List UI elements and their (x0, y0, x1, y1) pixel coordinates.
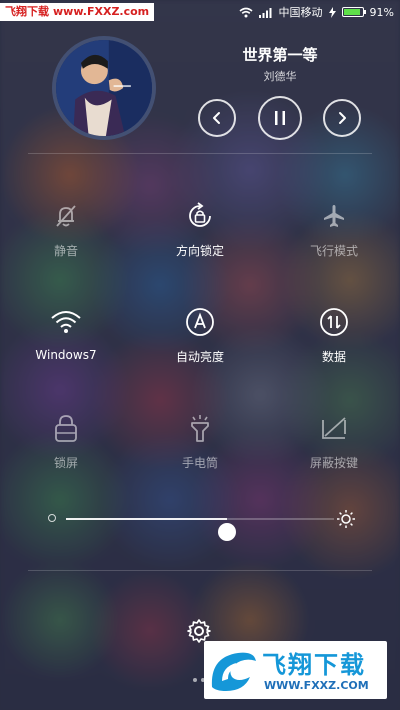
status-bar: 飞翔下载 www.FXXZ.com 中国移动 91% (0, 0, 400, 24)
toggle-mobile-data[interactable]: 数据 (284, 304, 384, 365)
toggle-label: 屏蔽按键 (309, 456, 358, 470)
watermark-bottom-right: 飞翔下载 WWW.FXXZ.COM (204, 641, 387, 699)
battery-level-fill (343, 9, 360, 15)
divider-top (28, 153, 372, 154)
toggle-label: 锁屏 (53, 456, 78, 470)
toggle-flashlight[interactable]: 手电筒 (150, 410, 250, 471)
rotation-lock-icon (182, 198, 218, 234)
watermark-site-url: WWW.FXXZ.COM (264, 679, 369, 692)
wifi-icon (239, 7, 253, 17)
toggle-label: 自动亮度 (175, 350, 224, 364)
watermark-logo (211, 652, 256, 691)
signal-icon (258, 7, 272, 18)
auto-brightness-icon (182, 304, 218, 340)
status-icons: 中国移动 91% (239, 4, 394, 20)
toggle-label: 数据 (321, 350, 346, 364)
airplane-icon (316, 198, 352, 234)
brightness-track[interactable] (66, 518, 334, 541)
brightness-high-icon (337, 510, 355, 528)
album-art[interactable] (52, 36, 156, 140)
brightness-track-fill (66, 518, 227, 520)
previous-button[interactable] (198, 99, 236, 137)
battery-icon (341, 7, 366, 17)
toggle-rotation-lock[interactable]: 方向锁定 (150, 198, 250, 259)
bell-off-icon (48, 198, 84, 234)
next-button[interactable] (323, 99, 361, 137)
page-dot (193, 678, 197, 682)
charging-icon (328, 6, 336, 18)
song-artist: 刘德华 (263, 70, 297, 83)
toggle-block-keys[interactable]: 屏蔽按键 (284, 410, 384, 471)
wifi-icon (48, 304, 84, 340)
toggle-airplane-mode[interactable]: 飞行模式 (284, 198, 384, 259)
watermark-site-url: www.FXXZ.com (53, 5, 150, 18)
battery-percent: 91% (369, 5, 394, 19)
toggle-lock-screen[interactable]: 锁屏 (16, 410, 116, 471)
brightness-slider[interactable] (40, 505, 360, 541)
pause-icon (275, 111, 285, 125)
toggle-mute[interactable]: 静音 (16, 198, 116, 259)
toggle-auto-brightness[interactable]: 自动亮度 (150, 304, 250, 365)
flashlight-icon (182, 410, 218, 446)
block-keys-icon (316, 410, 352, 446)
watermark-top-left: 飞翔下载 www.FXXZ.com (0, 3, 155, 21)
previous-icon (213, 112, 220, 124)
lock-icon (48, 410, 84, 446)
toggle-label: 飞行模式 (309, 244, 358, 258)
brightness-low-icon (48, 514, 56, 522)
toggle-wifi[interactable]: Windows7 (16, 304, 116, 362)
toggle-label: Windows7 (35, 348, 97, 362)
carrier-name: 中国移动 (278, 6, 323, 19)
watermark-site-name: 飞翔下载 (5, 5, 49, 18)
mobile-data-icon (316, 304, 352, 340)
album-cover-image (56, 40, 152, 136)
toggle-label: 方向锁定 (175, 244, 224, 258)
brightness-thumb[interactable] (217, 523, 236, 541)
toggle-label: 静音 (53, 244, 78, 258)
song-title: 世界第一等 (242, 46, 318, 64)
pause-button[interactable] (258, 96, 302, 140)
next-icon (339, 112, 346, 124)
watermark-site-name: 飞翔下载 (262, 651, 366, 679)
divider-bottom (28, 570, 372, 571)
toggle-label: 手电筒 (181, 456, 218, 470)
